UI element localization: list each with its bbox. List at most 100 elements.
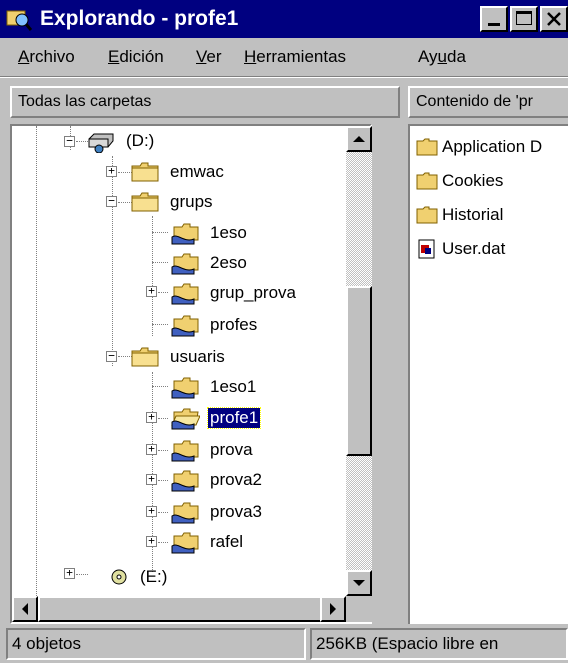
explorer-icon — [6, 10, 32, 31]
tree-label: grup_prova — [210, 283, 297, 302]
folder-icon — [131, 347, 159, 367]
tree-label: 2eso — [210, 253, 247, 272]
tree-label: 1eso — [210, 223, 247, 242]
tree-node-prova[interactable]: prova — [170, 435, 255, 465]
menu-edicion[interactable]: Edición — [108, 47, 164, 67]
list-item[interactable]: Cookies — [416, 166, 503, 196]
tree-node-drive-e[interactable]: (E:) — [108, 562, 169, 592]
expand-toggle[interactable]: + — [146, 285, 157, 297]
tree-node-grup-prova[interactable]: grup_prova — [170, 278, 298, 308]
shared-folder-icon — [171, 377, 199, 399]
tree-label: usuaris — [170, 347, 225, 366]
tree-label: prova2 — [210, 470, 262, 489]
title-bar[interactable]: Explorando - profe1 — [0, 0, 568, 38]
shared-folder-icon — [171, 470, 199, 492]
file-name: Historial — [442, 205, 504, 224]
expand-toggle[interactable]: + — [146, 535, 157, 547]
tree-node-drive-d[interactable]: (D:) — [86, 126, 156, 156]
tree-line — [158, 418, 168, 419]
tree-node-2eso[interactable]: 2eso — [170, 248, 249, 278]
scroll-right-button[interactable] — [320, 596, 346, 622]
tree-label: (D:) — [126, 131, 155, 150]
tree-line — [158, 512, 168, 513]
minimize-icon — [488, 23, 500, 26]
menu-archivo[interactable]: Archivo — [18, 47, 75, 67]
tree-node-usuaris[interactable]: usuaris — [130, 342, 227, 372]
expand-toggle[interactable]: + — [146, 473, 157, 485]
tree-node-1eso[interactable]: 1eso — [170, 218, 249, 248]
menu-separator — [0, 76, 568, 78]
drive-icon — [88, 133, 114, 153]
tree-horizontal-scrollbar[interactable] — [12, 596, 346, 622]
maximize-icon — [516, 11, 532, 25]
hscroll-thumb[interactable] — [38, 596, 322, 622]
expand-toggle[interactable]: + — [146, 443, 157, 455]
folder-icon — [131, 192, 159, 212]
menu-herramientas[interactable]: Herramientas — [244, 47, 346, 67]
scroll-down-button[interactable] — [346, 570, 372, 596]
shared-folder-icon — [171, 532, 199, 554]
folder-icon — [416, 206, 438, 224]
tree-line — [158, 450, 168, 451]
file-name: Application D — [442, 137, 543, 156]
menu-ayuda[interactable]: Ayuda — [418, 47, 466, 67]
tree-label: emwac — [170, 162, 224, 181]
arrow-left-icon — [22, 603, 28, 615]
file-name: User.dat — [442, 239, 506, 258]
close-icon — [547, 12, 561, 26]
tree-node-prova3[interactable]: prova3 — [170, 497, 264, 527]
maximize-button[interactable] — [510, 6, 538, 32]
tree-line — [152, 324, 168, 325]
folder-icon — [416, 172, 438, 190]
expand-toggle[interactable]: + — [64, 567, 75, 579]
tree-label-selected: profe1 — [206, 407, 262, 429]
close-button[interactable] — [540, 6, 568, 32]
tree-node-1eso1[interactable]: 1eso1 — [170, 372, 258, 402]
tree-line — [112, 156, 113, 366]
tree-node-emwac[interactable]: emwac — [130, 157, 226, 187]
collapse-toggle[interactable]: − — [106, 195, 117, 207]
contents-list[interactable]: Application D Cookies Historial User.dat — [408, 124, 568, 624]
shared-folder-icon — [171, 440, 199, 462]
expand-toggle[interactable]: + — [146, 505, 157, 517]
arrow-up-icon — [353, 136, 365, 142]
tree-node-profe1[interactable]: profe1 — [170, 403, 262, 433]
expand-toggle[interactable]: + — [106, 165, 117, 177]
tree-node-rafel[interactable]: rafel — [170, 527, 245, 557]
folder-icon — [131, 162, 159, 182]
minimize-button[interactable] — [480, 6, 508, 32]
tree-label: prova — [210, 440, 253, 459]
tree-line — [158, 480, 168, 481]
arrow-right-icon — [330, 603, 336, 615]
tree-node-prova2[interactable]: prova2 — [170, 465, 264, 495]
tree-node-grups[interactable]: grups — [130, 187, 215, 217]
tree-label: 1eso1 — [210, 377, 257, 396]
tree-node-profes[interactable]: profes — [170, 310, 259, 340]
list-item[interactable]: Application D — [416, 132, 542, 162]
shared-folder-icon — [171, 283, 199, 305]
scroll-thumb[interactable] — [346, 286, 372, 456]
tree-viewport: − (D:) + emwac − grups 1eso 2eso + grup_… — [12, 126, 348, 596]
tree-label: prova3 — [210, 502, 262, 521]
contents-header: Contenido de 'pr — [408, 86, 568, 118]
file-name: Cookies — [442, 171, 504, 190]
status-free-space: 256KB (Espacio libre en — [310, 628, 568, 660]
tree-line — [158, 542, 168, 543]
collapse-toggle[interactable]: − — [64, 135, 75, 147]
tree-line — [152, 386, 168, 387]
scroll-left-button[interactable] — [12, 596, 38, 622]
list-item[interactable]: Historial — [416, 200, 503, 230]
pane-splitter[interactable] — [400, 86, 408, 624]
tree-vertical-scrollbar[interactable] — [346, 126, 372, 596]
folder-tree[interactable]: − (D:) + emwac − grups 1eso 2eso + grup_… — [10, 124, 372, 624]
cd-drive-icon — [111, 569, 127, 585]
collapse-toggle[interactable]: − — [106, 350, 117, 362]
menu-ver[interactable]: Ver — [196, 47, 222, 67]
list-item[interactable]: User.dat — [416, 234, 505, 264]
tree-header: Todas las carpetas — [10, 86, 400, 118]
scroll-corner — [346, 596, 372, 622]
expand-toggle[interactable]: + — [146, 411, 157, 423]
shared-folder-icon — [171, 253, 199, 275]
scroll-up-button[interactable] — [346, 126, 372, 152]
tree-label: (E:) — [140, 567, 168, 586]
